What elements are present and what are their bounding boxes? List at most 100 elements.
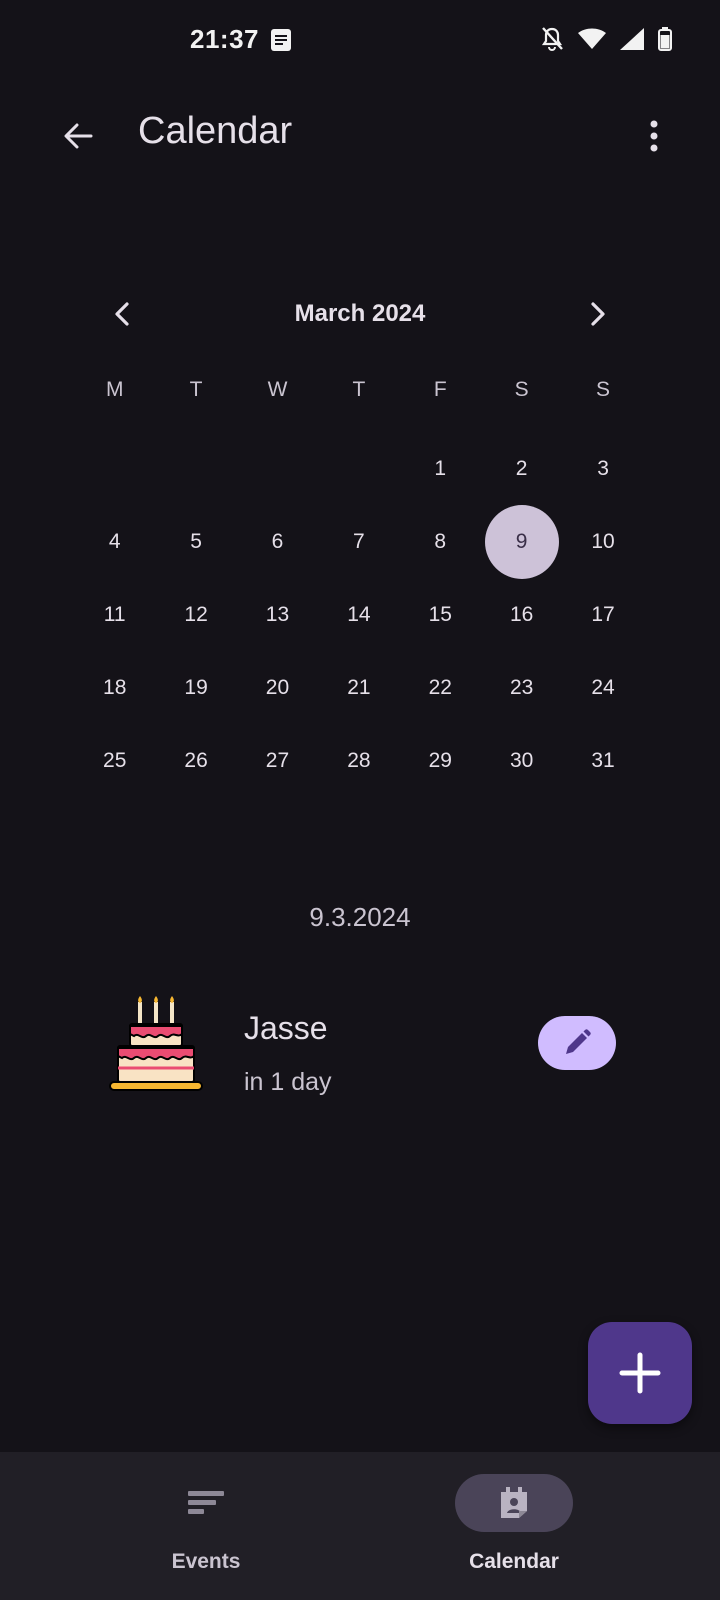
calendar-day-number: 2 — [515, 456, 528, 480]
calendar-day-number: 9 — [484, 504, 559, 579]
calendar-day[interactable]: 21 — [318, 651, 399, 724]
add-event-fab[interactable] — [588, 1322, 692, 1424]
calendar-day-number: 14 — [347, 602, 371, 626]
calendar-day-number: 28 — [347, 748, 371, 772]
calendar-day[interactable]: 1 — [400, 432, 481, 505]
calendar-icon — [501, 1487, 527, 1518]
nav-item-calendar[interactable]: Calendar — [414, 1474, 614, 1584]
calendar-day[interactable]: 19 — [155, 651, 236, 724]
calendar-day[interactable]: 7 — [318, 505, 399, 578]
back-button[interactable] — [48, 106, 108, 166]
wifi-icon — [578, 28, 606, 49]
selected-date-label: 9.3.2024 — [309, 902, 411, 932]
signal-icon — [620, 28, 644, 50]
calendar-day[interactable]: 8 — [400, 505, 481, 578]
month-label: March 2024 — [294, 300, 426, 327]
calendar-day-number: 17 — [591, 602, 615, 626]
calendar-day[interactable]: 14 — [318, 578, 399, 651]
calendar-day-number: 23 — [509, 675, 534, 699]
calendar-day[interactable]: 28 — [318, 724, 399, 797]
calendar-day[interactable]: 23 — [481, 651, 562, 724]
plus-icon — [619, 1352, 661, 1394]
calendar-day[interactable]: 16 — [481, 578, 562, 651]
calendar-day[interactable]: 26 — [155, 724, 236, 797]
calendar-day[interactable]: 12 — [155, 578, 236, 651]
note-icon — [271, 29, 291, 51]
calendar-day-number: 12 — [184, 602, 208, 626]
status-bar: 21:37 — [0, 0, 720, 84]
calendar-day-number: 4 — [108, 529, 121, 553]
nav-label-events: Events — [171, 1550, 241, 1573]
event-name: Jasse — [244, 1010, 328, 1046]
calendar-day-number: 25 — [103, 748, 127, 772]
calendar-day-number: 21 — [347, 675, 371, 699]
calendar-day[interactable]: 15 — [400, 578, 481, 651]
calendar-day[interactable]: 11 — [74, 578, 155, 651]
page-title: Calendar — [138, 110, 293, 152]
top-app-bar: Calendar — [0, 84, 720, 188]
birthday-cake-icon — [109, 996, 203, 1091]
events-list-icon — [188, 1491, 224, 1514]
nav-pill — [147, 1474, 265, 1532]
calendar-day[interactable]: 13 — [237, 578, 318, 651]
calendar-day-number: 22 — [428, 675, 452, 699]
weekday-label: T — [352, 378, 366, 401]
calendar-day[interactable]: 31 — [562, 724, 643, 797]
calendar-day[interactable]: 29 — [400, 724, 481, 797]
calendar-day-number: 20 — [265, 675, 290, 699]
calendar-header: March 2024 — [88, 282, 632, 346]
calendar-day[interactable]: 30 — [481, 724, 562, 797]
calendar-day[interactable]: 22 — [400, 651, 481, 724]
calendar-day-number: 31 — [591, 748, 615, 772]
status-time: 21:37 — [190, 24, 259, 54]
calendar-day-number: 1 — [434, 456, 447, 480]
calendar-day-number: 24 — [591, 675, 615, 699]
weekday-row: M T W T F S S — [74, 378, 644, 402]
nav-pill-active — [455, 1474, 573, 1532]
calendar-day[interactable]: 25 — [74, 724, 155, 797]
calendar-day[interactable]: 18 — [74, 651, 155, 724]
nav-label-calendar: Calendar — [469, 1550, 559, 1573]
calendar-day[interactable]: 3 — [562, 432, 643, 505]
weekday-label: S — [514, 378, 529, 401]
edit-event-button[interactable] — [538, 1016, 616, 1070]
calendar-day[interactable]: 17 — [562, 578, 643, 651]
calendar-day-grid: 1 2 3 4 5 6 7 8 9 10 11 12 13 14 15 16 17 18 19 20 21 22 23 24 2… — [74, 432, 644, 797]
more-vert-icon — [650, 120, 658, 152]
calendar-day-number: 7 — [353, 529, 365, 553]
calendar-day[interactable]: 24 — [562, 651, 643, 724]
more-options-button[interactable] — [632, 106, 676, 166]
calendar-day-number: 18 — [103, 675, 127, 699]
pencil-icon — [566, 1029, 591, 1054]
arrow-back-icon — [64, 123, 93, 149]
calendar-day[interactable]: 27 — [237, 724, 318, 797]
calendar-day[interactable]: 2 — [481, 432, 562, 505]
next-month-button[interactable] — [574, 290, 622, 338]
battery-icon — [658, 27, 672, 51]
calendar-day[interactable]: 6 — [237, 505, 318, 578]
calendar-day[interactable]: 10 — [562, 505, 643, 578]
calendar-day[interactable]: 20 — [237, 651, 318, 724]
calendar-day-number: 11 — [103, 602, 126, 626]
weekday-label: F — [433, 378, 447, 401]
nav-item-events[interactable]: Events — [106, 1474, 306, 1584]
calendar-day-number: 10 — [591, 529, 615, 553]
bell-off-icon — [541, 27, 563, 52]
calendar-day-number: 13 — [265, 602, 290, 626]
calendar-day-number: 30 — [509, 748, 534, 772]
calendar-day-number: 6 — [271, 529, 284, 553]
calendar-day-number: 3 — [597, 456, 609, 480]
calendar-day-number: 8 — [434, 529, 447, 553]
calendar-day-number: 26 — [184, 748, 208, 772]
calendar-day-number: 5 — [190, 529, 202, 553]
weekday-label: S — [596, 378, 611, 401]
calendar-day-number: 27 — [265, 748, 290, 772]
calendar-day[interactable]: 4 — [74, 505, 155, 578]
calendar-day[interactable]: 5 — [155, 505, 236, 578]
bottom-navigation-bar: Events Calendar — [0, 1452, 720, 1600]
calendar-day-number: 15 — [428, 602, 452, 626]
calendar-day-selected[interactable]: 9 — [481, 504, 562, 579]
calendar-day-number: 29 — [428, 748, 452, 772]
event-list-item[interactable]: Jasse in 1 day — [108, 996, 616, 1102]
event-countdown: in 1 day — [244, 1068, 332, 1096]
